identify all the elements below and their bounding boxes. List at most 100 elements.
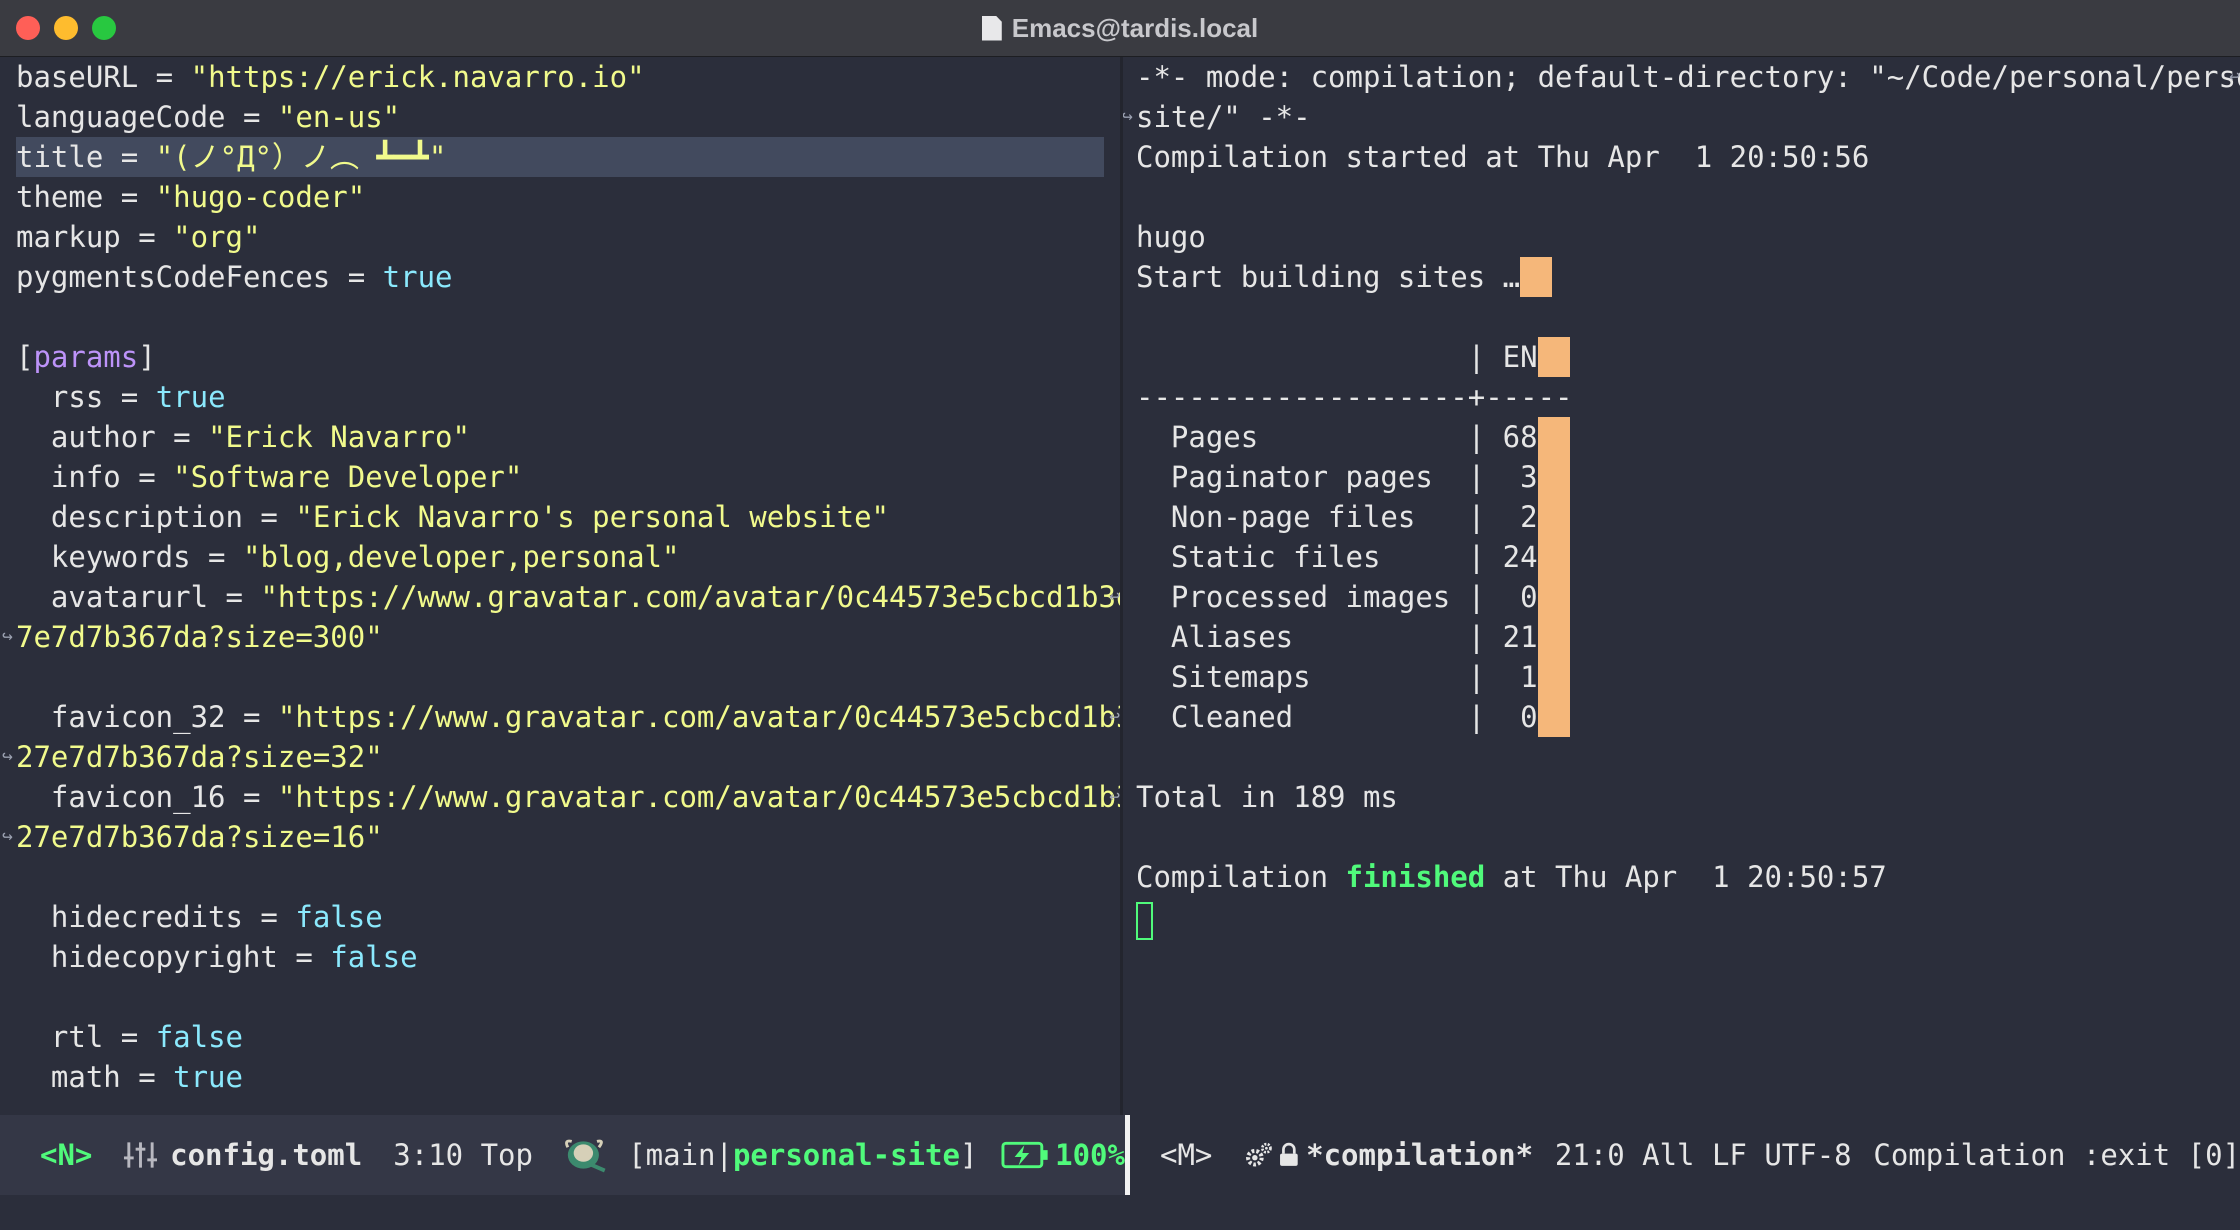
code-token: keywords = [16,540,243,574]
buffer-line[interactable]: Compilation started at Thu Apr 1 20:50:5… [1136,137,2240,177]
minimize-button[interactable] [54,16,78,40]
buffer-line[interactable]: 27e7d7b367da?size=16" ↪ [2,817,1120,857]
buffer-line[interactable]: pygmentsCodeFences = true [16,257,1120,297]
buffer-line[interactable]: Processed images | 0 [1136,577,2240,617]
buffer-line[interactable]: favicon_16 = "https://www.gravatar.com/a… [16,777,1120,817]
buffer-line[interactable] [1136,177,2240,217]
buffer-line[interactable] [16,297,1120,337]
buffer-line[interactable]: Paginator pages | 3 [1136,457,2240,497]
buffer-line[interactable]: Compilation finished at Thu Apr 1 20:50:… [1136,857,2240,897]
buffer-line[interactable] [1136,737,2240,777]
buffer-line[interactable]: Total in 189 ms [1136,777,2240,817]
buffer-line[interactable]: avatarurl = "https://www.gravatar.com/av… [16,577,1120,617]
buffer-line[interactable]: -*- mode: compilation; default-directory… [1136,57,2240,97]
modeline-buffer-name: *compilation* [1306,1138,1534,1172]
modeline-filename: config.toml [170,1138,363,1172]
highlight-block [1520,257,1553,297]
code-token: "hugo-coder" [155,180,366,214]
buffer-line[interactable]: [params] [16,337,1120,377]
buffer-line[interactable]: markup = "org" [16,217,1120,257]
code-token: false [155,1020,243,1054]
buffer-line[interactable]: hidecopyright = false [16,937,1120,977]
code-token: markup = [16,220,174,254]
buffer-line[interactable]: Static files | 24 [1136,537,2240,577]
code-token: "https://erick.navarro.io" [190,60,645,94]
buffer-line[interactable]: Non-page files | 2 [1136,497,2240,537]
buffer-line[interactable] [1136,817,2240,857]
buffer-line[interactable]: keywords = "blog,developer,personal" [16,537,1120,577]
code-token: math = [16,1060,174,1094]
buffer-line[interactable]: hugo [1136,217,2240,257]
buffer-line[interactable]: math = true [16,1057,1120,1097]
maximize-button[interactable] [92,16,116,40]
code-token: "https://www.gravatar.com/avatar/0c44573… [260,580,1120,614]
code-token: "blog,developer,personal" [242,540,680,574]
buffer-line[interactable] [16,977,1120,1017]
buffer-line[interactable] [16,657,1120,697]
code-token: Static files | 24 [1136,540,1538,574]
echo-area[interactable] [0,1195,2240,1230]
modeline-battery: 100% [1055,1138,1125,1172]
window-title: Emacs@tardis.local [981,13,1258,44]
buffer-line[interactable]: rtl = false [16,1017,1120,1057]
buffer-line[interactable]: Aliases | 21 [1136,617,2240,657]
line-wrap-icon: ↩ [1109,786,1120,807]
buffer-line[interactable]: description = "Erick Navarro's personal … [16,497,1120,537]
code-token: rtl = [16,1020,156,1054]
buffer-line[interactable]: baseURL = "https://erick.navarro.io" [16,57,1120,97]
code-token: | EN [1136,340,1538,374]
buffer-line[interactable] [16,857,1120,897]
buffer-line[interactable]: Pages | 68 [1136,417,2240,457]
buffer-line[interactable]: rss = true [16,377,1120,417]
close-button[interactable] [16,16,40,40]
buffer-line[interactable]: site/" -*- ↪ [1123,97,2240,137]
buffer-lines: -*- mode: compilation; default-directory… [1123,57,2240,940]
window-controls [16,16,116,40]
highlight-block [1537,537,1570,577]
buffer-line[interactable]: Sitemaps | 1 [1136,657,2240,697]
buffer-line[interactable]: languageCode = "en-us" [16,97,1120,137]
buffer-line[interactable]: title = "(ノ°Д°）ノ︵ ┻━┻" [16,137,1104,177]
highlight-block [1537,577,1570,617]
code-token: -------------------+----- [1136,380,1573,414]
code-token: Processed images | 0 [1136,580,1538,614]
title-bar: Emacs@tardis.local [0,0,2240,57]
compilation-buffer[interactable]: -*- mode: compilation; default-directory… [1123,57,2240,1115]
buffer-line[interactable]: -------------------+----- [1136,377,2240,417]
modeline-project[interactable]: personal-site [733,1138,960,1172]
buffer-line[interactable]: | EN [1136,337,2240,377]
code-token: "(ノ°Д°）ノ︵ ┻━┻" [155,140,447,174]
config-toml-buffer[interactable]: baseURL = "https://erick.navarro.io" lang… [0,57,1120,1115]
code-token: Sitemaps | 1 [1136,660,1538,694]
evil-state-indicator: <N> [40,1138,93,1172]
buffer-line[interactable] [1136,297,2240,337]
modeline-branch-open: [main| [628,1138,733,1172]
buffer-line[interactable]: favicon_32 = "https://www.gravatar.com/a… [16,697,1120,737]
code-token: 7e7d7b367da?size=300" [16,620,383,654]
buffer-line[interactable]: hidecredits = false [16,897,1120,937]
modeline-position: 3:10 Top [393,1138,533,1172]
buffer-line[interactable]: Start building sites … [1136,257,2240,297]
gears-icon [1245,1142,1272,1167]
buffer-line[interactable] [1136,897,2240,940]
code-token: Aliases | 21 [1136,620,1538,654]
buffer-line[interactable]: theme = "hugo-coder" [16,177,1120,217]
code-token: author = [16,420,209,454]
modeline-left[interactable]: <N> config.toml 3:10 Top [main| personal… [0,1115,1125,1195]
line-continuation-icon: ↪ [2,626,13,647]
code-token: hidecredits = [16,900,296,934]
code-token: 27e7d7b367da?size=16" [16,820,383,854]
code-token: Pages | 68 [1136,420,1538,454]
line-continuation-icon: ↪ [1123,106,1133,127]
buffer-line[interactable]: info = "Software Developer" [16,457,1120,497]
modeline-right[interactable]: <M> *compilation* 21:0 All LF UTF-8 Comp… [1130,1115,2240,1195]
buffer-line[interactable]: 7e7d7b367da?size=300" ↪ [2,617,1120,657]
code-token: [ [16,340,34,374]
code-token: params [33,340,139,374]
buffer-line[interactable]: Cleaned | 0 [1136,697,2240,737]
code-token: Total in 189 ms [1136,780,1398,814]
buffer-line[interactable]: 27e7d7b367da?size=32" ↪ [2,737,1120,777]
buffer-line[interactable]: author = "Erick Navarro" [16,417,1120,457]
code-token: theme = [16,180,156,214]
code-token: title = [16,140,156,174]
